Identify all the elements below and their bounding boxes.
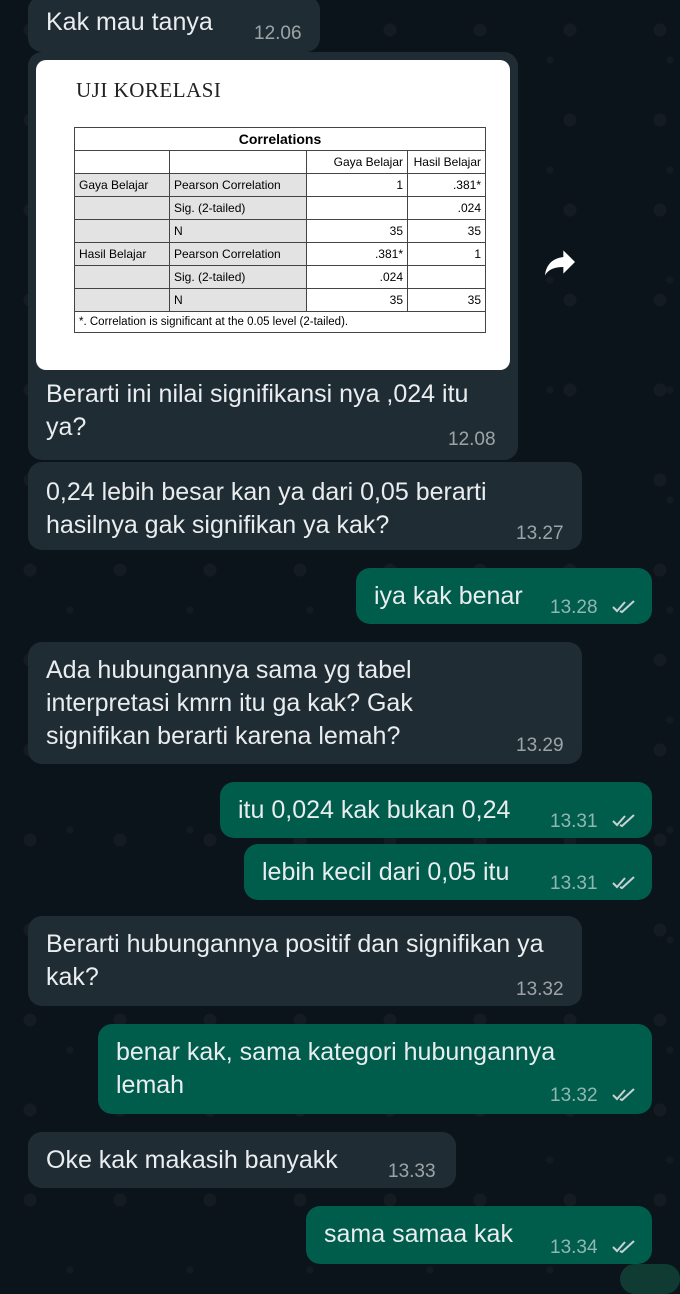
table-cell: .024 — [407, 196, 486, 220]
message-time: 13.31 — [550, 811, 598, 832]
table-footnote: *. Correlation is significant at the 0.0… — [74, 311, 486, 333]
table-cell: 1 — [306, 173, 408, 197]
message-bubble-outgoing[interactable]: sama samaa kak 13.34 — [306, 1206, 652, 1264]
row-stat: Sig. (2-tailed) — [169, 265, 307, 289]
message-time: 13.32 — [516, 979, 564, 1000]
double-check-icon — [612, 1088, 635, 1102]
double-check-icon — [612, 876, 635, 890]
table-row: N 35 35 — [74, 288, 486, 312]
message-bubble-incoming[interactable]: 0,24 lebih besar kan ya dari 0,05 berart… — [28, 462, 582, 550]
row-stat: Pearson Correlation — [169, 242, 307, 266]
message-text: Kak mau tanya — [46, 8, 213, 36]
row-stat: N — [169, 219, 307, 243]
table-cell: 35 — [407, 288, 486, 312]
table-cell: .381* — [407, 173, 486, 197]
row-group — [74, 288, 170, 312]
row-group — [74, 196, 170, 220]
message-bubble-incoming[interactable]: Kak mau tanya 12.06 — [28, 0, 320, 52]
message-time: 13.28 — [550, 597, 598, 618]
message-text: sama samaa kak — [324, 1220, 513, 1248]
row-group: Gaya Belajar — [74, 173, 170, 197]
message-bubble-incoming[interactable]: Oke kak makasih banyakk 13.33 — [28, 1132, 456, 1188]
table-cell: 35 — [407, 219, 486, 243]
table-cell — [306, 196, 408, 220]
message-bubble-outgoing[interactable]: benar kak, sama kategori hubungannya lem… — [98, 1024, 652, 1114]
message-time: 13.32 — [550, 1085, 598, 1106]
row-stat: Sig. (2-tailed) — [169, 196, 307, 220]
table-row: Gaya Belajar Pearson Correlation 1 .381* — [74, 173, 486, 197]
double-check-icon — [612, 600, 635, 614]
scroll-down-button[interactable] — [620, 1264, 680, 1294]
message-text: Ada hubungannya sama yg tabel interpreta… — [46, 656, 420, 750]
table-row: N 35 35 — [74, 219, 486, 243]
table-cell — [407, 265, 486, 289]
row-group: Hasil Belajar — [74, 242, 170, 266]
table-cell: 35 — [306, 288, 408, 312]
message-bubble-outgoing[interactable]: iya kak benar 13.28 — [356, 568, 652, 624]
image-caption: Berarti ini nilai signifikansi nya ,024 … — [46, 380, 469, 441]
row-group — [74, 219, 170, 243]
message-time: 13.27 — [516, 523, 564, 544]
message-time: 13.34 — [550, 1237, 598, 1258]
message-text: 0,24 lebih besar kan ya dari 0,05 berart… — [46, 478, 494, 539]
forward-arrow-icon[interactable] — [538, 240, 582, 284]
message-text: benar kak, sama kategori hubungannya lem… — [116, 1038, 563, 1099]
message-bubble-outgoing[interactable]: lebih kecil dari 0,05 itu 13.31 — [244, 844, 652, 900]
message-bubble-incoming[interactable]: Ada hubungannya sama yg tabel interpreta… — [28, 642, 582, 764]
table-row: Hasil Belajar Pearson Correlation .381* … — [74, 242, 486, 266]
table-cell: .024 — [306, 265, 408, 289]
double-check-icon — [612, 1240, 635, 1254]
table-row: Sig. (2-tailed) .024 — [74, 196, 486, 220]
message-time: 13.33 — [388, 1161, 436, 1182]
message-bubble-outgoing[interactable]: itu 0,024 kak bukan 0,24 13.31 — [220, 782, 652, 838]
message-text: Berarti hubungannya positif dan signifik… — [46, 930, 551, 991]
message-text: itu 0,024 kak bukan 0,24 — [238, 796, 511, 824]
message-bubble-incoming[interactable]: Berarti hubungannya positif dan signifik… — [28, 916, 582, 1006]
message-time: 13.31 — [550, 873, 598, 894]
message-time: 13.29 — [516, 735, 564, 756]
message-text: iya kak benar — [374, 582, 523, 610]
col-header: Gaya Belajar — [306, 150, 408, 174]
table-cell: 35 — [306, 219, 408, 243]
table-cell: .381* — [306, 242, 408, 266]
row-group — [74, 265, 170, 289]
row-stat: Pearson Correlation — [169, 173, 307, 197]
table-row: Sig. (2-tailed) .024 — [74, 265, 486, 289]
image-message-bubble[interactable]: UJI KORELASI Correlations Gaya Belajar H… — [28, 52, 518, 460]
double-check-icon — [612, 814, 635, 828]
message-time: 12.06 — [254, 23, 302, 44]
message-text: lebih kecil dari 0,05 itu — [262, 858, 510, 886]
shared-image[interactable]: UJI KORELASI Correlations Gaya Belajar H… — [36, 60, 510, 370]
message-time: 12.08 — [448, 429, 496, 450]
image-heading: UJI KORELASI — [76, 78, 222, 102]
correlations-table: Correlations Gaya Belajar Hasil Belajar … — [74, 127, 486, 333]
table-cell: 1 — [407, 242, 486, 266]
table-title: Correlations — [74, 127, 486, 151]
row-stat: N — [169, 288, 307, 312]
message-text: Oke kak makasih banyakk — [46, 1146, 338, 1174]
col-header: Hasil Belajar — [407, 150, 486, 174]
